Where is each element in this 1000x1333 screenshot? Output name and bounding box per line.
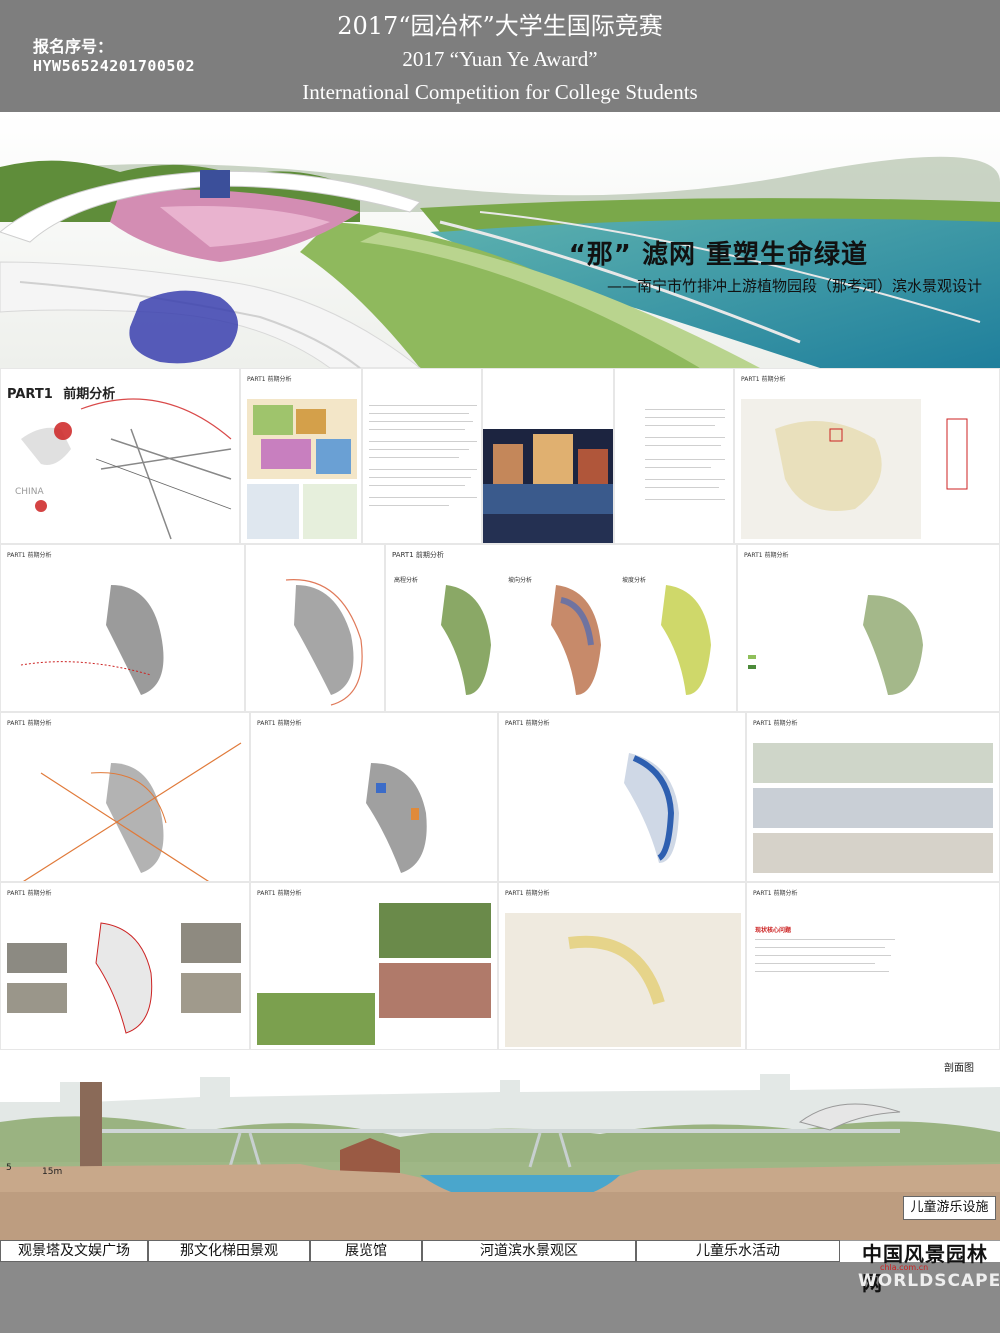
outside-traffic-map	[23, 742, 242, 881]
project-title: “那” 滤网 重塑生命绿道	[568, 240, 868, 270]
board-sight-view: PART1 前期分析	[0, 882, 250, 1050]
board-text-analysis	[362, 368, 482, 544]
competition-title-en-line1: 2017 “Yuan Ye Award”	[402, 47, 598, 71]
board-zoning-maps: PART1 前期分析	[240, 368, 362, 544]
hero-rendering: “那” 滤网 重塑生命绿道 ——南宁市竹排冲上游植物园段（那考河）滨水景观设计	[0, 112, 1000, 368]
zone-exhibition: 展览馆	[310, 1240, 422, 1262]
section-illustration	[0, 1052, 1000, 1240]
sight-view-photos	[7, 922, 241, 1034]
board-site-overview: PART1 前期分析	[0, 544, 245, 712]
section-label: 剖面图	[944, 1063, 974, 1074]
traffic-map	[285, 579, 363, 706]
board-site-map: PART1 前期分析	[498, 882, 746, 1050]
board-case-study: PART1 前期分析	[250, 882, 498, 1050]
site-context-map	[505, 913, 741, 1047]
night-city-photo	[483, 429, 613, 543]
plant-map	[748, 595, 923, 695]
zone-children-water: 儿童乐水活动	[636, 1240, 840, 1262]
location-map	[21, 398, 232, 540]
board-building-facilities: PART1 前期分析	[250, 712, 498, 882]
poster-header: 报名序号： HYW56524201700502 2017“园冶杯”大学生国际竞赛…	[0, 0, 1000, 112]
site-overview-map	[20, 585, 164, 695]
terrain-maps	[441, 585, 711, 695]
china-map-label: CHINA	[15, 487, 44, 497]
board-upper-planning: PART1 前期分析	[734, 368, 1000, 544]
board-night-photo	[482, 368, 614, 544]
board-hydrologic-condition: PART1 前期分析	[498, 712, 746, 882]
section-drawing	[0, 1052, 1000, 1240]
competition-title-en-line2: International Competition for College St…	[302, 80, 698, 104]
zoning-map-set	[247, 399, 357, 539]
project-subtitle: ——南宁市竹排冲上游植物园段（那考河）滨水景观设计	[606, 277, 982, 295]
board-alongside-view: PART1 前期分析	[746, 712, 1000, 882]
zone-riverside: 河道滨水景观区	[422, 1240, 636, 1262]
board-core-problems: PART1 前期分析 现状核心问题	[746, 882, 1000, 1050]
board-location-analysis: PART1 前期分析 CHINA	[0, 368, 240, 544]
board-current-traffic	[245, 544, 385, 712]
board-plant-analysis: PART1 前期分析	[737, 544, 1000, 712]
analysis-boards: PART1 前期分析 CHINA PART1 前期分析 PART1 前期分析 P…	[0, 368, 1000, 1050]
scale-start: 5	[6, 1163, 12, 1173]
competition-title-zh: 2017“园冶杯”大学生国际竞赛	[337, 12, 663, 40]
board-terrain-analysis: PART1 前期分析 高程分析 坡向分析 坡度分析	[385, 544, 737, 712]
core-problem-title: 现状核心问题	[755, 927, 792, 934]
riverside-photos	[753, 743, 993, 873]
hydrology-map	[624, 753, 679, 863]
building-map	[366, 763, 427, 873]
upper-planning-map	[741, 399, 968, 539]
board-status-text	[614, 368, 734, 544]
zone-terrace: 那文化梯田景观	[148, 1240, 310, 1262]
poster-page: 报名序号： HYW56524201700502 2017“园冶杯”大学生国际竞赛…	[0, 0, 1000, 1333]
zone-children-play: 儿童游乐设施	[903, 1196, 996, 1220]
scale-end: 15m	[42, 1167, 63, 1177]
footer-bar	[0, 1262, 1000, 1333]
zone-tower-plaza: 观景塔及文娱广场	[0, 1240, 148, 1262]
board-outside-traffic: PART1 前期分析	[0, 712, 250, 882]
case-study-photos	[257, 903, 491, 1045]
worldscape-logo: WORLDSCAPE	[858, 1271, 1000, 1291]
board-heading: PART1 前期分析	[753, 890, 798, 897]
